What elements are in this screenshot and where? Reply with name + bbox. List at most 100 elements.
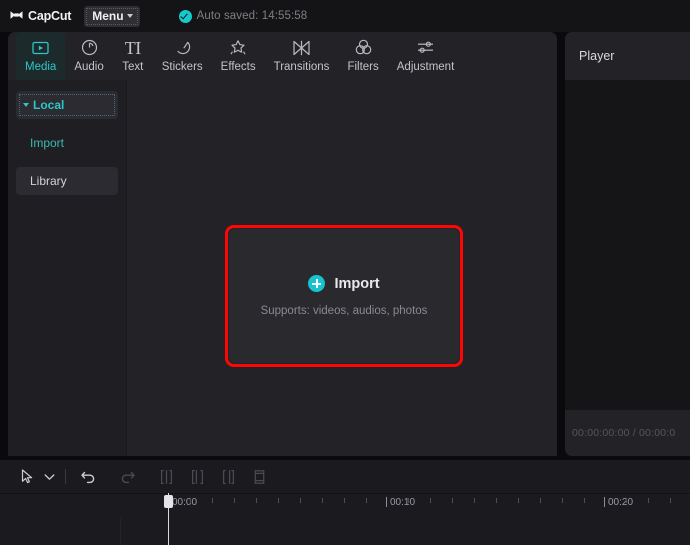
- ruler-label: 00:00: [172, 497, 198, 508]
- menu-button-label: Menu: [92, 9, 124, 23]
- ruler-tick: [626, 498, 627, 503]
- tab-text[interactable]: TI Text: [113, 32, 153, 80]
- sidebar-item-import[interactable]: Import: [16, 129, 118, 157]
- tab-audio[interactable]: Audio: [65, 32, 112, 80]
- ruler-tick: [234, 498, 235, 503]
- ruler-tick: [278, 498, 279, 503]
- autosave-label: Auto saved: 14:55:58: [196, 10, 308, 22]
- tab-label: Audio: [74, 61, 104, 73]
- ruler-tick: [670, 498, 671, 503]
- sidebar-item-label: Local: [33, 98, 65, 112]
- import-dropzone-wrap: Import Supports: videos, audios, photos: [225, 225, 463, 367]
- triangle-down-icon: [23, 103, 29, 107]
- ruler-tick: [408, 498, 409, 503]
- tab-effects[interactable]: Effects: [212, 32, 265, 80]
- undo-button[interactable]: [75, 464, 101, 490]
- sidebar-item-label: Import: [30, 136, 65, 150]
- ruler-tick: [366, 498, 367, 503]
- ruler-label: 00:10: [390, 497, 416, 508]
- tab-media[interactable]: Media: [16, 32, 66, 80]
- ruler-tick: [300, 498, 301, 503]
- tab-label: Stickers: [161, 61, 203, 73]
- effects-sparkle-icon: [229, 37, 247, 58]
- capcut-logo-icon: [9, 9, 24, 23]
- filters-circles-icon: [354, 37, 373, 58]
- tab-adjustment[interactable]: Adjustment: [388, 32, 464, 80]
- player-footer: 00:00:00:00 / 00:00:0: [565, 410, 690, 456]
- media-sidebar: Local Import Library: [8, 80, 127, 456]
- player-title: Player: [579, 49, 615, 63]
- capcut-window: CapCut Menu Auto saved: 14:55:58 Media A…: [0, 0, 690, 545]
- import-dropzone-subtitle: Supports: videos, audios, photos: [260, 305, 428, 317]
- timeline-guide-line: [120, 518, 121, 545]
- tab-label: Effects: [220, 61, 256, 73]
- playhead-handle[interactable]: [164, 495, 173, 508]
- timeline-track-area[interactable]: [0, 518, 690, 545]
- tab-label: Text: [122, 61, 144, 73]
- ruler-tick: [452, 498, 453, 503]
- ruler-tick: [584, 498, 585, 503]
- delete-button[interactable]: [246, 464, 272, 490]
- ruler-tick: [474, 498, 475, 503]
- autosave-status: Auto saved: 14:55:58: [178, 9, 308, 23]
- adjustment-sliders-icon: [416, 37, 435, 58]
- tab-filters[interactable]: Filters: [338, 32, 387, 80]
- sidebar-item-label: Library: [30, 174, 67, 188]
- ruler-tick: [518, 498, 519, 503]
- tab-stickers[interactable]: Stickers: [153, 32, 212, 80]
- ruler-tick: [430, 498, 431, 503]
- transitions-bowtie-icon: [292, 37, 311, 58]
- media-panel: Media Audio TI Text Stickers Effects Tra…: [8, 32, 557, 456]
- tab-label: Transitions: [273, 61, 330, 73]
- ruler-tick-major: [604, 497, 605, 507]
- audio-note-icon: [81, 37, 98, 58]
- trim-right-button[interactable]: [215, 464, 241, 490]
- player-panel: Player 00:00:00:00 / 00:00:0: [565, 32, 690, 456]
- ruler-tick-major: [386, 497, 387, 507]
- import-dropzone-title: Import: [334, 275, 380, 292]
- title-bar: CapCut Menu Auto saved: 14:55:58: [0, 0, 690, 32]
- panel-tabbar: Media Audio TI Text Stickers Effects Tra…: [8, 32, 557, 80]
- ruler-label: 00:20: [608, 497, 634, 508]
- toolbar-divider: [65, 469, 66, 484]
- ruler-tick: [562, 498, 563, 503]
- check-circle-icon: [178, 9, 192, 23]
- ruler-tick: [190, 498, 191, 503]
- media-play-rect-icon: [32, 37, 49, 58]
- sidebar-item-library[interactable]: Library: [16, 167, 118, 195]
- tool-dropdown-button[interactable]: [40, 464, 58, 490]
- ruler-tick: [540, 498, 541, 503]
- trim-left-button[interactable]: [184, 464, 210, 490]
- ruler-tick: [344, 498, 345, 503]
- app-brand: CapCut: [9, 9, 71, 23]
- app-brand-name: CapCut: [28, 9, 72, 23]
- panel-body: Local Import Library Import Supports: vi…: [8, 80, 557, 456]
- text-TI-icon: TI: [124, 37, 142, 58]
- timeline-toolbar: [0, 460, 690, 493]
- player-preview-stage[interactable]: [565, 80, 690, 410]
- tab-label: Media: [25, 61, 57, 73]
- timeline-ruler[interactable]: 00:00 00:10 00:20: [0, 493, 690, 519]
- select-arrow-tool[interactable]: [14, 464, 40, 490]
- ruler-tick: [496, 498, 497, 503]
- menu-button[interactable]: Menu: [84, 5, 140, 27]
- ruler-tick: [256, 498, 257, 503]
- sidebar-item-local[interactable]: Local: [16, 91, 118, 119]
- player-header: Player: [565, 32, 690, 80]
- player-timecode: 00:00:00:00 / 00:00:0: [572, 427, 676, 439]
- ruler-tick: [212, 498, 213, 503]
- ruler-tick: [648, 498, 649, 503]
- media-content-area: Import Supports: videos, audios, photos: [127, 80, 557, 456]
- import-dropzone-row: Import: [308, 275, 380, 292]
- sticker-moon-icon: [174, 37, 191, 58]
- plus-circle-icon: [308, 275, 326, 292]
- timeline-panel: 00:00 00:10 00:20: [0, 460, 690, 545]
- tab-label: Adjustment: [396, 61, 455, 73]
- import-dropzone[interactable]: Import Supports: videos, audios, photos: [229, 229, 459, 363]
- redo-button[interactable]: [114, 464, 140, 490]
- tab-transitions[interactable]: Transitions: [265, 32, 339, 80]
- ruler-tick: [322, 498, 323, 503]
- split-button[interactable]: [153, 464, 179, 490]
- tab-label: Filters: [347, 61, 379, 73]
- chevron-down-icon: [126, 14, 133, 18]
